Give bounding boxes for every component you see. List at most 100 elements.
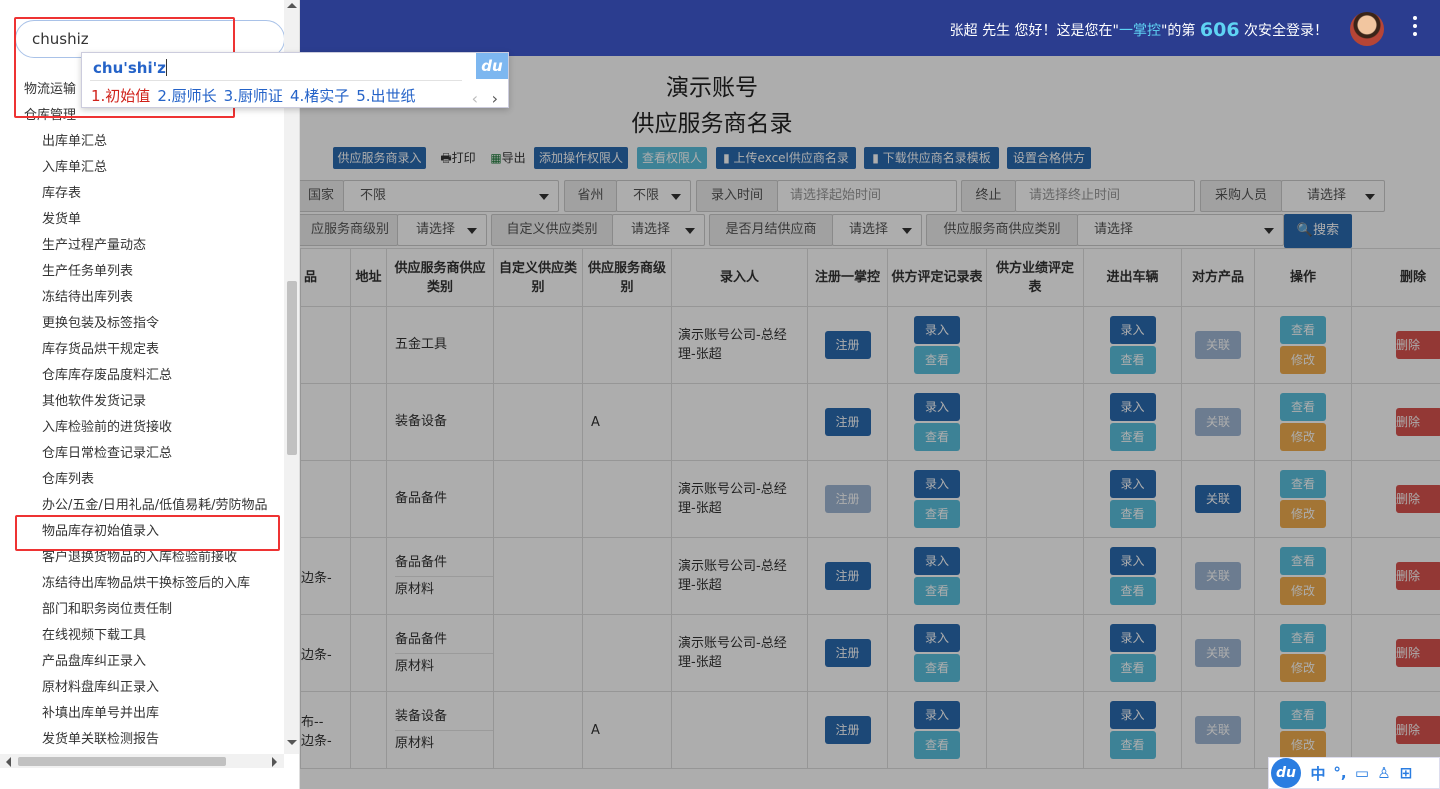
chevron-right-icon[interactable]: › <box>492 89 498 108</box>
export-button[interactable]: ▦导出 <box>483 147 533 169</box>
view-button[interactable]: 查看 <box>914 577 960 605</box>
more-menu-icon[interactable] <box>1412 16 1418 38</box>
enter-button[interactable]: 录入 <box>1109 393 1156 421</box>
chinese-mode-icon[interactable]: 中 <box>1307 763 1329 784</box>
scroll-right-arrow-icon[interactable] <box>272 757 277 767</box>
sidebar-item[interactable]: 仓库库存废品度料汇总 <box>0 363 290 389</box>
custom-category-select[interactable]: 请选择 <box>612 214 705 246</box>
upload-excel-button[interactable]: ▮ 上传excel供应商名录 <box>716 147 856 169</box>
sidebar-item[interactable]: 更换包装及标签指令 <box>0 311 290 337</box>
link-button[interactable]: 关联 <box>1195 639 1241 667</box>
view-button[interactable]: 查看 <box>1109 577 1156 605</box>
supplier-level-select[interactable]: 请选择 <box>397 214 487 246</box>
search-button[interactable]: 🔍搜索 <box>1284 214 1352 248</box>
skin-icon[interactable]: ▭ <box>1351 764 1373 782</box>
avatar[interactable] <box>1350 12 1384 46</box>
view-button[interactable]: 查看 <box>914 731 960 759</box>
enter-button[interactable]: 录入 <box>914 701 960 729</box>
set-qualified-button[interactable]: 设置合格供方 <box>1007 147 1091 169</box>
view-button[interactable]: 查看 <box>1109 346 1156 374</box>
scroll-left-arrow-icon[interactable] <box>6 757 11 767</box>
edit-button[interactable]: 修改 <box>1280 654 1326 682</box>
baidu-ime-logo-icon[interactable]: du <box>1271 758 1301 788</box>
view-button[interactable]: 查看 <box>914 654 960 682</box>
register-button[interactable]: 注册 <box>824 716 871 744</box>
ime-candidate[interactable]: 1.初始值 <box>91 87 150 105</box>
edit-button[interactable]: 修改 <box>1280 731 1326 759</box>
enter-button[interactable]: 录入 <box>914 624 960 652</box>
delete-button[interactable]: 删除 <box>1396 562 1440 590</box>
scroll-down-arrow-icon[interactable] <box>287 740 297 745</box>
end-time-input[interactable]: 请选择终止时间 <box>1015 180 1195 212</box>
delete-button[interactable]: 删除 <box>1396 408 1440 436</box>
enter-button[interactable]: 录入 <box>914 547 960 575</box>
view-button[interactable]: 查看 <box>1280 701 1326 729</box>
sidebar-item[interactable]: 生产过程产量动态 <box>0 233 290 259</box>
sidebar-item[interactable]: 库存货品烘干规定表 <box>0 337 290 363</box>
print-button[interactable]: 🖶打印 <box>433 147 483 169</box>
sidebar-item[interactable]: 补填出库单号并出库 <box>0 701 290 727</box>
delete-button[interactable]: 删除 <box>1396 331 1440 359</box>
view-button[interactable]: 查看 <box>1109 500 1156 528</box>
sidebar-item[interactable]: 冻结待出库列表 <box>0 285 290 311</box>
province-select[interactable]: 不限 <box>616 180 691 212</box>
edit-button[interactable]: 修改 <box>1280 577 1326 605</box>
view-button[interactable]: 查看 <box>1280 316 1326 344</box>
enter-button[interactable]: 录入 <box>914 316 960 344</box>
sidebar-item[interactable]: 仓库日常检查记录汇总 <box>0 441 290 467</box>
link-button[interactable]: 关联 <box>1195 562 1241 590</box>
sidebar-item[interactable]: 发货单关联检测报告 <box>0 727 290 753</box>
view-button[interactable]: 查看 <box>1109 731 1156 759</box>
enter-button[interactable]: 录入 <box>1109 316 1156 344</box>
register-button[interactable]: 注册 <box>824 331 871 359</box>
sidebar-item[interactable]: 出库单汇总 <box>0 129 290 155</box>
supplier-enter-button[interactable]: 供应服务商录入 <box>333 147 426 169</box>
monthly-select[interactable]: 请选择 <box>832 214 922 246</box>
enter-button[interactable]: 录入 <box>1109 701 1156 729</box>
toolbox-icon[interactable]: ⊞ <box>1395 764 1417 782</box>
sidebar-item[interactable]: 入库单汇总 <box>0 155 290 181</box>
chevron-left-icon[interactable]: ‹ <box>472 89 478 108</box>
vertical-scroll-thumb[interactable] <box>287 281 297 455</box>
sidebar-item[interactable]: 冻结待出库物品烘干换标签后的入库 <box>0 571 290 597</box>
edit-button[interactable]: 修改 <box>1280 346 1326 374</box>
register-button[interactable]: 注册 <box>824 408 871 436</box>
sidebar-item[interactable]: 仓库列表 <box>0 467 290 493</box>
punctuation-icon[interactable]: °, <box>1329 764 1351 782</box>
delete-button[interactable]: 删除 <box>1396 716 1440 744</box>
enter-button[interactable]: 录入 <box>914 393 960 421</box>
enter-button[interactable]: 录入 <box>1109 624 1156 652</box>
view-button[interactable]: 查看 <box>914 423 960 451</box>
sidebar-item[interactable]: 原材料盘库纠正录入 <box>0 675 290 701</box>
sidebar-item[interactable]: 库存表 <box>0 181 290 207</box>
country-select[interactable]: 不限 <box>343 180 559 212</box>
view-permission-button[interactable]: 查看权限人 <box>637 147 707 169</box>
sidebar-item[interactable]: 产品盘库纠正录入 <box>0 649 290 675</box>
ime-candidate[interactable]: 4.楮实子 <box>290 87 349 105</box>
view-button[interactable]: 查看 <box>1280 624 1326 652</box>
horizontal-scroll-thumb[interactable] <box>18 757 226 766</box>
ime-candidate[interactable]: 5.出世纸 <box>356 87 415 105</box>
view-button[interactable]: 查看 <box>1109 654 1156 682</box>
link-button[interactable]: 关联 <box>1195 485 1241 513</box>
view-button[interactable]: 查看 <box>1280 393 1326 421</box>
delete-button[interactable]: 删除 <box>1396 485 1440 513</box>
register-button[interactable]: 注册 <box>824 639 871 667</box>
view-button[interactable]: 查看 <box>1109 423 1156 451</box>
sidebar-item[interactable]: 在线视频下载工具 <box>0 623 290 649</box>
view-button[interactable]: 查看 <box>1280 470 1326 498</box>
delete-button[interactable]: 删除 <box>1396 639 1440 667</box>
link-button[interactable]: 关联 <box>1195 331 1241 359</box>
view-button[interactable]: 查看 <box>914 346 960 374</box>
sidebar-item[interactable]: 生产任务单列表 <box>0 259 290 285</box>
enter-button[interactable]: 录入 <box>914 470 960 498</box>
sidebar-item[interactable]: 其他软件发货记录 <box>0 389 290 415</box>
scroll-up-arrow-icon[interactable] <box>287 3 297 8</box>
supply-category-select[interactable]: 请选择 <box>1077 214 1284 246</box>
add-permission-button[interactable]: 添加操作权限人 <box>534 147 628 169</box>
edit-button[interactable]: 修改 <box>1280 423 1326 451</box>
download-template-button[interactable]: ▮ 下载供应商名录模板 <box>864 147 999 169</box>
ime-candidate[interactable]: 2.厨师长 <box>157 87 216 105</box>
link-button[interactable]: 关联 <box>1195 716 1241 744</box>
sidebar-item[interactable]: 部门和职务岗位责任制 <box>0 597 290 623</box>
